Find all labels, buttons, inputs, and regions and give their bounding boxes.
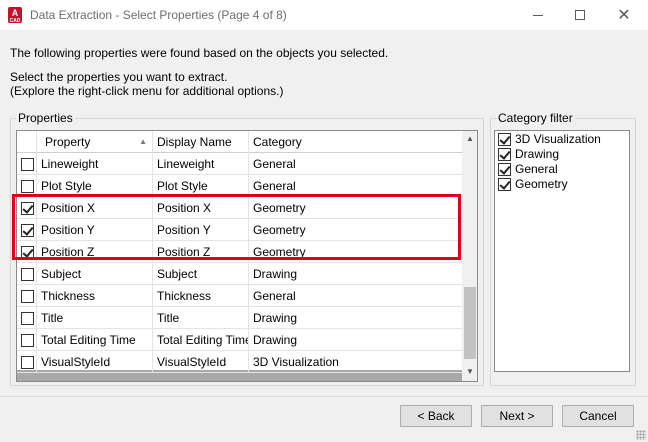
row-checkbox[interactable] [21, 334, 34, 347]
maximize-icon [575, 10, 585, 20]
property-cell: Title [37, 307, 153, 329]
row-checkbox-cell[interactable] [17, 329, 37, 351]
properties-group-label: Properties [16, 111, 75, 125]
category-checkbox[interactable] [498, 133, 511, 146]
selection-highlight-box [12, 194, 461, 260]
category-cell: 3D Visualization [253, 355, 339, 369]
scroll-down-arrow-icon[interactable]: ▼ [462, 364, 477, 380]
table-row[interactable]: Total Editing Time Total Editing Time Draw… [17, 329, 462, 351]
table-row[interactable]: Title Title Drawing [17, 307, 462, 329]
category-cell: General [253, 157, 296, 171]
category-cell: Drawing [253, 311, 298, 325]
property-cell: Subject [37, 263, 153, 285]
row-checkbox-cell[interactable] [17, 351, 37, 373]
display-name-cell[interactable]: Lineweight [153, 153, 249, 175]
scroll-up-arrow-icon[interactable]: ▲ [462, 131, 477, 147]
category-filter-label: Category filter [496, 111, 575, 125]
instruction-text: Select the properties you want to extrac… [10, 70, 228, 84]
row-checkbox[interactable] [21, 290, 34, 303]
table-row[interactable]: Subject Subject Drawing [17, 263, 462, 285]
sort-ascending-icon: ▲ [139, 137, 147, 146]
grid-header: Property ▲ Display Name Category [17, 131, 462, 153]
autocad-app-icon: A CAD [8, 7, 22, 24]
table-row[interactable]: Thickness Thickness General [17, 285, 462, 307]
table-row[interactable]: Lineweight Lineweight General [17, 153, 462, 175]
window-title: Data Extraction - Select Properties (Pag… [30, 8, 287, 22]
row-checkbox-cell[interactable] [17, 153, 37, 175]
property-cell: Thickness [37, 285, 153, 307]
display-name-cell[interactable]: Subject [153, 263, 249, 285]
row-checkbox-cell[interactable] [17, 307, 37, 329]
minimize-button[interactable] [518, 0, 558, 30]
hint-text: (Explore the right-click menu for additi… [10, 84, 284, 98]
row-checkbox[interactable] [21, 268, 34, 281]
footer-divider [0, 396, 648, 397]
category-filter-list: 3D Visualization Drawing General Geometry [494, 130, 630, 372]
category-label: Geometry [515, 177, 568, 191]
category-cell: Drawing [253, 267, 298, 281]
display-name-cell[interactable]: VisualStyleId [153, 351, 249, 373]
display-name-cell[interactable]: Title [153, 307, 249, 329]
maximize-button[interactable] [560, 0, 600, 30]
close-button[interactable]: ✕ [604, 0, 644, 30]
header-category[interactable]: Category [249, 131, 462, 153]
category-cell: General [253, 289, 296, 303]
vertical-scrollbar[interactable]: ▲ ▼ [462, 131, 477, 381]
category-checkbox[interactable] [498, 163, 511, 176]
title-bar: A CAD Data Extraction - Select Properties… [0, 0, 648, 30]
row-checkbox[interactable] [21, 158, 34, 171]
resize-grip[interactable] [636, 430, 646, 440]
display-name-cell[interactable]: Thickness [153, 285, 249, 307]
scroll-thumb[interactable] [464, 287, 476, 359]
property-cell: VisualStyleId [37, 351, 153, 373]
row-checkbox-cell[interactable] [17, 263, 37, 285]
minimize-icon [533, 14, 543, 16]
category-checkbox[interactable] [498, 178, 511, 191]
category-label: Drawing [515, 147, 560, 161]
category-label: 3D Visualization [515, 132, 601, 146]
property-cell: Total Editing Time [37, 329, 153, 351]
property-cell: Lineweight [37, 153, 153, 175]
display-name-cell[interactable]: Total Editing Time [153, 329, 249, 351]
next-button[interactable]: Next > [481, 405, 553, 427]
close-icon: ✕ [617, 7, 631, 24]
header-property[interactable]: Property ▲ [37, 131, 153, 153]
cancel-button[interactable]: Cancel [562, 405, 634, 427]
row-checkbox[interactable] [21, 180, 34, 193]
category-cell: Drawing [253, 333, 298, 347]
table-row[interactable]: VisualStyleId VisualStyleId 3D Visualizati… [17, 351, 462, 373]
info-text: The following properties were found base… [10, 46, 389, 60]
header-checkbox-col[interactable] [17, 131, 37, 153]
row-checkbox[interactable] [21, 312, 34, 325]
category-label: General [515, 162, 558, 176]
back-button[interactable]: < Back [400, 405, 472, 427]
row-checkbox-cell[interactable] [17, 285, 37, 307]
header-display-name[interactable]: Display Name [153, 131, 249, 153]
category-checkbox[interactable] [498, 148, 511, 161]
row-checkbox[interactable] [21, 356, 34, 369]
